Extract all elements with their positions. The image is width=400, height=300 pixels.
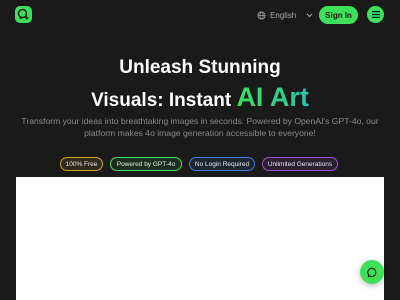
language-selector[interactable]: English [257,9,313,21]
hero-subtitle-line1: Transform your ideas into breathtaking i… [21,116,379,126]
hero-subtitle-line2: platform makes 4o image generation acces… [84,128,316,138]
chat-sparkle-logo-icon [17,8,30,21]
site-header: English Sign In [0,0,400,30]
badge-unlimited: Unlimited Generations [262,157,338,171]
hero-title-line1: Unleash Stunning [119,57,281,78]
hero-title: Unleash Stunning Visuals: Instant AI Art [0,56,400,114]
chat-bubble-icon [366,267,376,277]
chat-button[interactable] [360,260,384,284]
generator-panel[interactable] [16,177,384,300]
hero-title-accent: AI Art [236,82,309,112]
sign-in-button[interactable]: Sign In [319,6,358,24]
badge-free: 100% Free [60,157,103,171]
hero-title-prefix: Visuals: Instant [91,90,232,111]
hero-title-line2: Visuals: Instant AI Art [0,84,400,114]
badge-no-login: No Login Required [189,157,255,171]
globe-icon [257,10,266,20]
language-label: English [270,10,297,20]
badge-gpt4o: Powered by GPT-4o [110,157,182,171]
feature-badges: 100% Free Powered by GPT-4o No Login Req… [60,157,338,171]
menu-button[interactable] [367,6,384,23]
logo[interactable] [15,6,32,23]
hamburger-menu-icon [371,11,380,18]
chevron-down-icon [306,13,313,17]
hero-subtitle: Transform your ideas into breathtaking i… [20,115,380,139]
